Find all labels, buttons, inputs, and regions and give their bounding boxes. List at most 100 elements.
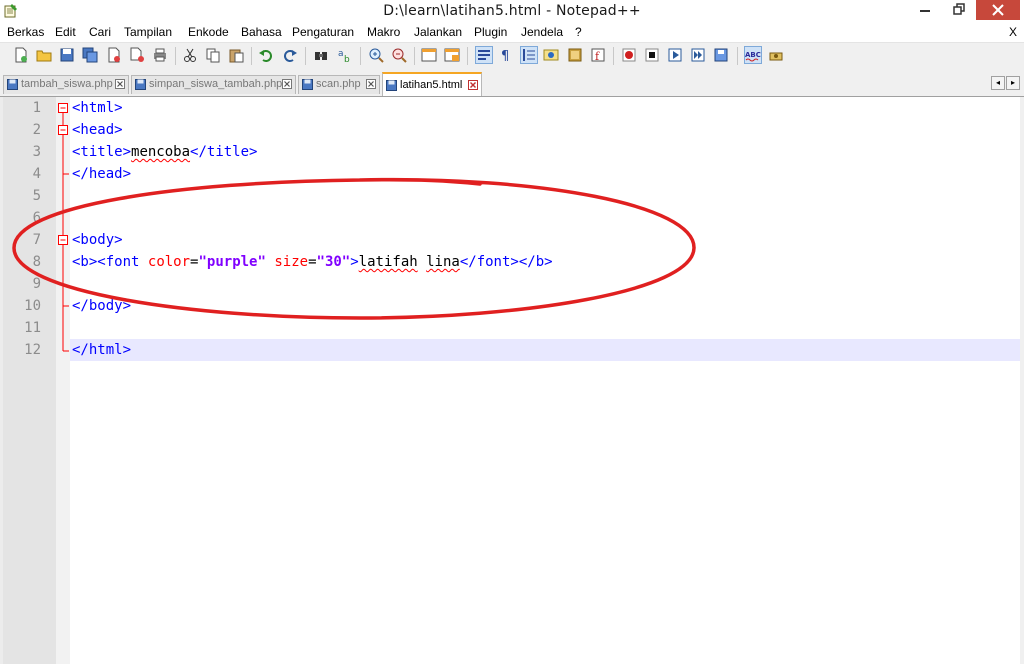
copy-icon[interactable] <box>205 47 221 63</box>
menu-edit[interactable]: Edit <box>55 25 76 39</box>
menu-berkas[interactable]: Berkas <box>7 25 44 39</box>
code-token: </title> <box>190 144 258 160</box>
zoom-out-icon[interactable] <box>391 47 407 63</box>
line-number: 6 <box>32 210 41 226</box>
vertical-scrollbar[interactable] <box>1020 97 1024 664</box>
close-tab-icon[interactable] <box>468 80 478 90</box>
open-file-icon[interactable] <box>36 47 52 63</box>
spell-check-icon[interactable]: ABC <box>744 46 762 64</box>
line-number: 7 <box>32 232 41 248</box>
code-token: = <box>308 254 317 270</box>
replace-icon[interactable]: ab <box>337 47 353 63</box>
line-number: 4 <box>32 166 41 182</box>
tab-scroll-left[interactable]: ◂ <box>991 76 1005 90</box>
user-lang-icon[interactable] <box>543 47 559 63</box>
close-file-icon[interactable] <box>106 47 122 63</box>
doc-map-icon[interactable] <box>567 47 583 63</box>
indent-guide-icon[interactable] <box>520 46 538 64</box>
menu-jalankan[interactable]: Jalankan <box>414 25 462 39</box>
function-list-icon[interactable]: f <box>590 47 606 63</box>
line-number: 11 <box>24 320 41 336</box>
code-token: </body> <box>72 298 132 314</box>
print-icon[interactable] <box>152 47 168 63</box>
tab-scan[interactable]: scan.php <box>298 75 380 94</box>
line-number: 8 <box>32 254 41 270</box>
tab-label: simpan_siswa_tambah.php <box>149 78 283 90</box>
close-tab-icon[interactable] <box>115 79 125 89</box>
save-all-icon[interactable] <box>82 47 98 63</box>
fold-collapse-icon[interactable] <box>58 103 68 113</box>
close-all-icon[interactable] <box>129 47 145 63</box>
spell-settings-icon[interactable] <box>768 47 784 63</box>
menu-makro[interactable]: Makro <box>367 25 400 39</box>
code-line-4: </head> <box>72 163 131 185</box>
menu-jendela[interactable]: Jendela <box>521 25 563 39</box>
title-bar: D:\learn\latihan5.html - Notepad++ <box>0 0 1024 22</box>
close-tab-icon[interactable] <box>366 79 376 89</box>
code-token: </b> <box>518 254 553 270</box>
run-macro-multiple-icon[interactable] <box>690 47 706 63</box>
stop-macro-icon[interactable] <box>644 47 660 63</box>
window-title: D:\learn\latihan5.html - Notepad++ <box>383 3 641 19</box>
toolbar-separator <box>613 47 614 65</box>
tab-tambah-siswa[interactable]: tambah_siswa.php <box>3 75 129 94</box>
menu-cari[interactable]: Cari <box>89 25 111 39</box>
menu-tampilan[interactable]: Tampilan <box>124 25 172 39</box>
menu-enkode[interactable]: Enkode <box>188 25 229 39</box>
save-icon <box>386 80 397 91</box>
play-macro-icon[interactable] <box>667 47 683 63</box>
tab-label: scan.php <box>316 78 361 90</box>
tab-simpan-siswa-tambah[interactable]: simpan_siswa_tambah.php <box>131 75 296 94</box>
fold-collapse-icon[interactable] <box>58 235 68 245</box>
fold-markers <box>58 103 69 352</box>
code-token: "purple" <box>198 254 266 270</box>
menu-help[interactable]: ? <box>575 25 582 39</box>
code-token: </html> <box>72 342 132 358</box>
svg-text:a: a <box>338 49 344 59</box>
save-macro-icon[interactable] <box>713 47 729 63</box>
code-token: "30" <box>316 254 351 270</box>
line-number-gutter: 1 2 3 4 5 6 7 8 9 10 11 12 <box>0 97 56 664</box>
code-line-10: </body> <box>72 295 131 317</box>
menu-pengaturan[interactable]: Pengaturan <box>292 25 354 39</box>
close-document-button[interactable]: X <box>1009 25 1017 39</box>
line-number: 5 <box>32 188 41 204</box>
code-token: <head> <box>72 122 123 138</box>
fold-collapse-icon[interactable] <box>58 125 68 135</box>
minimize-button[interactable] <box>908 0 942 20</box>
line-number: 2 <box>32 122 41 138</box>
code-line-8: <b><font color="purple" size="30">latifa… <box>72 251 553 273</box>
save-icon[interactable] <box>59 47 75 63</box>
code-token: > <box>350 254 359 270</box>
new-file-icon[interactable] <box>13 47 29 63</box>
code-token: <html> <box>72 100 123 116</box>
record-macro-icon[interactable] <box>621 47 637 63</box>
word-wrap-icon[interactable] <box>475 46 493 64</box>
code-token: color <box>147 254 191 270</box>
toolbar-separator <box>414 47 415 65</box>
undo-icon[interactable] <box>258 47 274 63</box>
restore-button[interactable] <box>942 0 976 20</box>
code-token: mencoba <box>131 144 191 160</box>
save-icon <box>7 79 18 90</box>
menu-plugin[interactable]: Plugin <box>474 25 507 39</box>
tab-scroll-right[interactable]: ▸ <box>1006 76 1020 90</box>
sync-vertical-icon[interactable] <box>421 47 437 63</box>
show-all-chars-icon[interactable]: ¶ <box>498 47 514 63</box>
sync-horizontal-icon[interactable] <box>444 47 460 63</box>
close-window-button[interactable] <box>976 0 1020 20</box>
redo-icon[interactable] <box>282 47 298 63</box>
code-token: lina <box>426 254 460 270</box>
cut-icon[interactable] <box>182 47 198 63</box>
tab-latihan5[interactable]: latihan5.html <box>382 72 482 96</box>
toolbar-separator <box>251 47 252 65</box>
code-editor[interactable]: 1 2 3 4 5 6 7 8 9 10 11 12 <html> <head>… <box>0 97 1024 664</box>
zoom-in-icon[interactable] <box>368 47 384 63</box>
code-token: </font> <box>459 254 519 270</box>
paste-icon[interactable] <box>228 47 244 63</box>
menu-bahasa[interactable]: Bahasa <box>241 25 282 39</box>
find-icon[interactable] <box>313 47 329 63</box>
toolbar-separator <box>737 47 738 65</box>
close-tab-icon[interactable] <box>282 79 292 89</box>
toolbar-separator <box>360 47 361 65</box>
